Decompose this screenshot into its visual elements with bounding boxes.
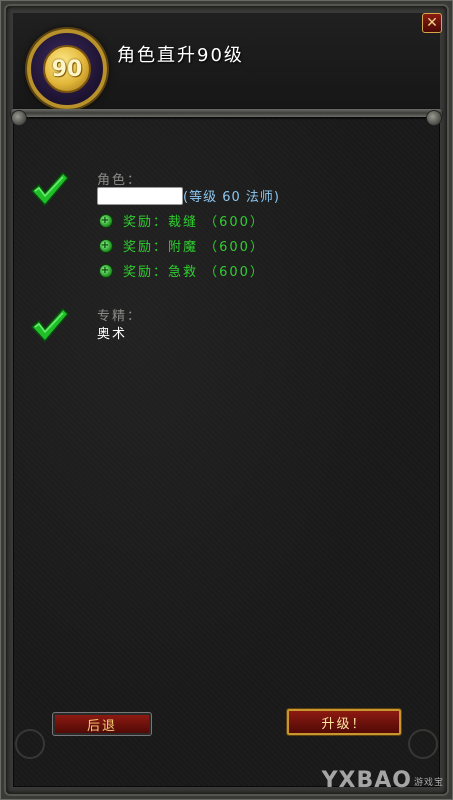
dialog-title: 角色直升90级 [117, 45, 244, 66]
watermark-text: YXBAO [321, 768, 412, 793]
watermark-logo: YXBAO 游戏宝 [322, 768, 444, 793]
close-icon: ✕ [426, 15, 438, 31]
character-check-icon [30, 171, 69, 207]
character-name-field[interactable] [97, 187, 183, 205]
medallion-level: 90 [51, 56, 83, 82]
plus-bullet-icon: + [99, 213, 113, 228]
plus-bullet-icon: + [99, 238, 113, 253]
reward-text-3: 奖励：急救 （600） [123, 265, 265, 280]
divider-knob-right [426, 110, 442, 126]
character-info: (等级 60 法师) [183, 190, 280, 205]
dialog-body [13, 13, 440, 787]
reward-item-2: + 奖励：附魔 （600） [99, 236, 265, 255]
upgrade-button[interactable]: 升级！ [286, 708, 402, 736]
corner-ornament-right [408, 729, 438, 759]
reward-text-2: 奖励：附魔 （600） [123, 240, 265, 255]
close-button[interactable]: ✕ [422, 13, 442, 33]
dialog-frame: 90 角色直升90级 ✕ 角色： (等级 60 法师) + 奖励：裁缝 （600… [0, 0, 453, 800]
specialization-check-icon [30, 307, 69, 343]
level-medallion-icon: 90 [27, 29, 107, 109]
plus-bullet-icon: + [99, 263, 113, 278]
back-button[interactable]: 后退 [52, 712, 152, 736]
header-divider [11, 109, 442, 117]
level-coin: 90 [43, 45, 91, 93]
character-label: 角色： [97, 173, 143, 188]
specialization-value: 奥术 [97, 327, 128, 342]
watermark-sub: 游戏宝 [413, 777, 444, 788]
reward-item-3: + 奖励：急救 （600） [99, 261, 265, 280]
reward-item-1: + 奖励：裁缝 （600） [99, 211, 265, 230]
corner-ornament-left [15, 729, 45, 759]
reward-text-1: 奖励：裁缝 （600） [123, 215, 265, 230]
specialization-label: 专精： [97, 309, 143, 324]
divider-knob-left [11, 110, 27, 126]
